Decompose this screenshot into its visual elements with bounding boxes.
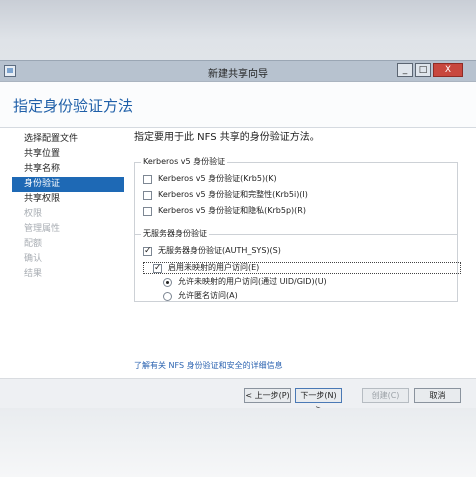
krb5-label: Kerberos v5 身份验证(Krb5)(K) [158, 174, 277, 183]
unmapped-access-checkbox[interactable] [153, 262, 162, 274]
create-button: 创建(C) [362, 388, 409, 403]
page-title: 指定身份验证方法 [13, 97, 134, 115]
title-bar: 新建共享向导 _ □ X [0, 60, 476, 82]
krb5i-option[interactable]: Kerberos v5 身份验证和完整性(Krb5i)(I) [143, 189, 308, 201]
krb5i-checkbox[interactable] [143, 190, 152, 200]
krb5p-checkbox[interactable] [143, 206, 152, 216]
no-server-legend: 无服务器身份验证 [141, 228, 209, 239]
nav-item-share-name[interactable]: 共享名称 [12, 162, 124, 177]
wizard-content: 选择配置文件 共享位置 共享名称 身份验证 共享权限 权限 管理属性 配额 确认… [0, 128, 476, 378]
nav-item-share-location[interactable]: 共享位置 [12, 147, 124, 162]
nav-item-authentication[interactable]: 身份验证 [12, 177, 124, 192]
help-link[interactable]: 了解有关 NFS 身份验证和安全的详细信息 [134, 360, 283, 371]
cancel-button[interactable]: 取消 [414, 388, 461, 403]
nav-item-permissions: 权限 [24, 209, 43, 219]
previous-button[interactable]: < 上一步(P) [244, 388, 291, 403]
nav-item-select-profile[interactable]: 选择配置文件 [12, 132, 124, 147]
background-band [0, 408, 476, 477]
no-server-group: 无服务器身份验证 无服务器身份验证(AUTH_SYS)(S) 启用未映射的用户访… [134, 228, 461, 302]
nav-item-results: 结果 [24, 269, 43, 279]
krb5p-label: Kerberos v5 身份验证和隐私(Krb5p)(R) [158, 206, 306, 215]
nav-item-share-permissions[interactable]: 共享权限 [12, 192, 124, 207]
kerberos-legend: Kerberos v5 身份验证 [141, 156, 228, 167]
maximize-button[interactable]: □ [415, 63, 431, 77]
krb5-checkbox[interactable] [143, 174, 152, 184]
anonymous-label: 允许匿名访问(A) [178, 291, 238, 300]
wizard-footer: < 上一步(P) 下一步(N) > 创建(C) 取消 [0, 378, 476, 413]
anonymous-option[interactable]: 允许匿名访问(A) [163, 290, 238, 302]
krb5p-option[interactable]: Kerberos v5 身份验证和隐私(Krb5p)(R) [143, 205, 306, 217]
auth-sys-option[interactable]: 无服务器身份验证(AUTH_SYS)(S) [143, 245, 281, 257]
unmapped-access-option[interactable]: 启用未映射的用户访问(E) [153, 262, 259, 274]
auth-sys-checkbox[interactable] [143, 245, 152, 257]
nav-item-confirmation: 确认 [24, 254, 43, 264]
unmapped-access-label: 启用未映射的用户访问(E) [168, 263, 260, 272]
wizard-header: 指定身份验证方法 [0, 82, 476, 128]
intro-text: 指定要用于此 NFS 共享的身份验证方法。 [134, 132, 320, 143]
uid-gid-option[interactable]: 允许未映射的用户访问(通过 UID/GID)(U) [163, 276, 327, 288]
krb5i-label: Kerberos v5 身份验证和完整性(Krb5i)(I) [158, 190, 308, 199]
uid-gid-radio[interactable] [163, 277, 172, 287]
uid-gid-label: 允许未映射的用户访问(通过 UID/GID)(U) [178, 277, 327, 286]
minimize-button[interactable]: _ [397, 63, 413, 77]
anonymous-radio[interactable] [163, 291, 172, 301]
wizard-nav: 选择配置文件 共享位置 共享名称 身份验证 共享权限 权限 管理属性 配额 确认… [12, 132, 124, 282]
nav-item-quota: 配额 [24, 239, 43, 249]
auth-sys-label: 无服务器身份验证(AUTH_SYS)(S) [158, 246, 281, 255]
nav-item-management-properties: 管理属性 [24, 224, 61, 234]
krb5-option[interactable]: Kerberos v5 身份验证(Krb5)(K) [143, 173, 277, 185]
next-button[interactable]: 下一步(N) > [295, 388, 342, 413]
close-button[interactable]: X [433, 63, 463, 77]
